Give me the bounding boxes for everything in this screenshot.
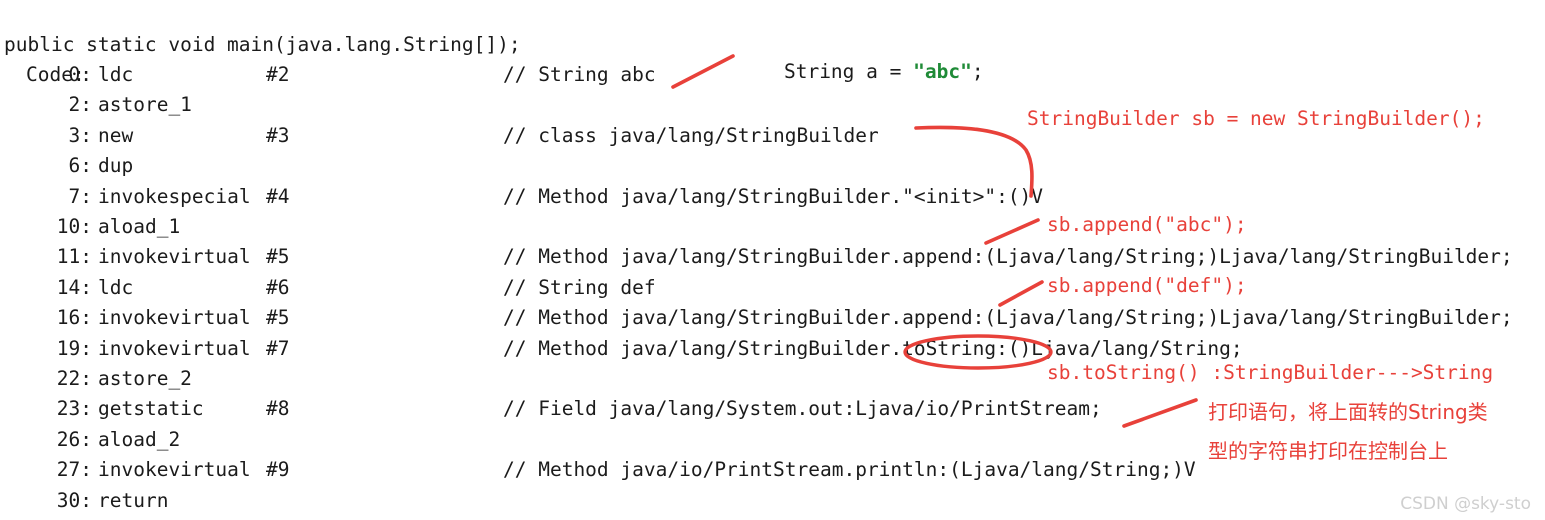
instruction-opcode: invokevirtual (98, 458, 251, 482)
instruction-row: 11: invokevirtual #5 // Method java/lang/St… (0, 242, 1545, 272)
instruction-constpool-ref: #7 (266, 336, 290, 360)
annotation-tostring-note: sb.toString() :StringBuilder--->String (1047, 361, 1494, 384)
method-signature-line: public static void main(java.lang.String… (0, 0, 1545, 56)
annotation-append-def: sb.append("def"); (1047, 274, 1247, 297)
instruction-opcode: dup (98, 154, 134, 178)
instruction-row: 7: invokespecial #4 // Method java/lang/Str… (0, 182, 1545, 212)
instruction-opcode: aload_2 (98, 427, 181, 451)
instruction-comment: // Method java/lang/StringBuilder."<init… (503, 184, 1044, 208)
instruction-constpool-ref: #6 (266, 275, 290, 299)
annotation-string-decl-suffix: ; (971, 60, 984, 83)
instruction-row: 14: ldc #6 // String def (0, 273, 1545, 303)
instruction-constpool-ref: #4 (266, 184, 290, 208)
annotation-string-decl-prefix: String a = (783, 60, 914, 83)
instruction-row: 6: dup (0, 151, 1545, 181)
csdn-watermark: CSDN @sky-sto (1400, 494, 1531, 514)
instruction-row: 16: invokevirtual #5 // Method java/lang/St… (0, 303, 1545, 333)
instruction-index: 2: (68, 93, 92, 117)
instruction-index: 7: (68, 184, 92, 208)
instruction-index: 11: (56, 245, 92, 269)
instruction-opcode: return (98, 488, 169, 512)
instruction-opcode: astore_1 (98, 93, 192, 117)
instruction-comment: // Method java/io/PrintStream.println:(L… (503, 458, 1196, 482)
annotation-append-abc: sb.append("abc"); (1047, 213, 1247, 236)
instruction-row: 30: return (0, 486, 1545, 516)
instruction-index: 6: (68, 154, 92, 178)
instruction-comment: // Method java/lang/StringBuilder.append… (503, 245, 1513, 269)
instruction-index: 3: (68, 123, 92, 147)
instruction-constpool-ref: #5 (266, 245, 290, 269)
instruction-comment: // String abc (503, 63, 656, 86)
instruction-constpool-ref: #3 (266, 123, 290, 147)
instruction-index: 27: (56, 458, 92, 482)
instruction-opcode: ldc (98, 63, 134, 86)
instruction-opcode: invokespecial (98, 184, 251, 208)
instruction-index: 19: (56, 336, 92, 360)
instruction-opcode: ldc (98, 275, 134, 299)
annotation-string-decl: String a = "abc"; (737, 27, 984, 117)
instruction-row: 10: aload_1 (0, 212, 1545, 242)
instruction-index: 16: (56, 306, 92, 330)
instruction-index: 10: (56, 215, 92, 238)
annotation-stringbuilder-new: StringBuilder sb = new StringBuilder(); (1027, 107, 1485, 130)
bytecode-screenshot: public static void main(java.lang.String… (0, 0, 1545, 520)
instruction-index: 30: (56, 488, 92, 512)
instruction-comment: // Method java/lang/StringBuilder.append… (503, 306, 1513, 330)
instruction-index: 26: (56, 427, 92, 451)
instruction-opcode: invokevirtual (98, 245, 251, 269)
instruction-constpool-ref: #2 (266, 63, 290, 86)
instruction-comment: // class java/lang/StringBuilder (503, 123, 879, 147)
instruction-opcode: aload_1 (98, 215, 181, 238)
instruction-comment: // String def (503, 275, 656, 299)
instruction-opcode: invokevirtual (98, 306, 251, 330)
instruction-opcode: getstatic (98, 397, 204, 421)
annotation-string-decl-literal: "abc" (913, 60, 972, 83)
instruction-index: 0: (68, 63, 92, 86)
instruction-opcode: new (98, 123, 134, 147)
instruction-constpool-ref: #8 (266, 397, 290, 421)
instruction-index: 22: (56, 367, 92, 390)
instruction-constpool-ref: #5 (266, 306, 290, 330)
instruction-constpool-ref: #9 (266, 458, 290, 482)
instruction-index: 14: (56, 275, 92, 299)
instruction-opcode: invokevirtual (98, 336, 251, 360)
annotation-print-note-line2: 型的字符串打印在控制台上 (1208, 439, 1448, 463)
instruction-opcode: astore_2 (98, 367, 192, 390)
instruction-index: 23: (56, 397, 92, 421)
instruction-comment: // Field java/lang/System.out:Ljava/io/P… (503, 397, 1102, 421)
annotation-print-note-line1: 打印语句，将上面转的String类 (1208, 400, 1488, 424)
